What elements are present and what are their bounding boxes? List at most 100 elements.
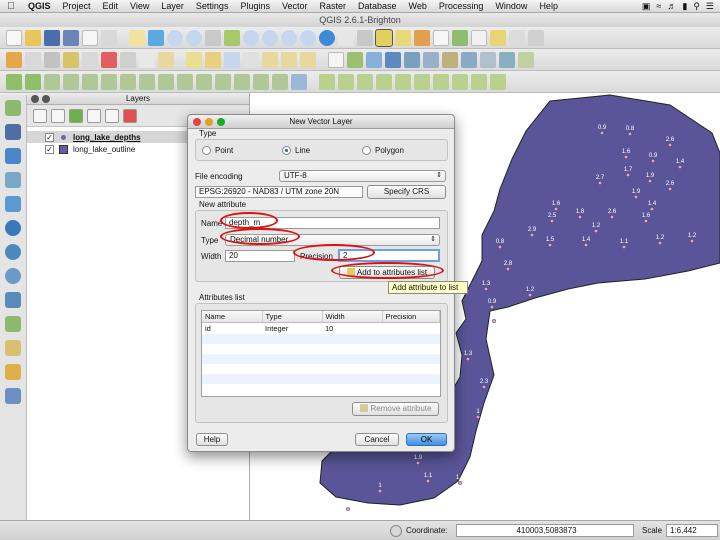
ok-button[interactable]: OK [406,433,447,446]
rotate-feature-icon[interactable] [291,73,307,90]
vector-tool-6-icon[interactable] [414,73,430,90]
close-window-icon[interactable] [193,118,201,126]
label-tool-icon[interactable] [528,29,544,46]
text-annotation-icon[interactable] [509,29,525,46]
add-group-icon[interactable] [51,108,65,123]
add-vector-layer-icon[interactable] [5,100,21,116]
pin-labels-icon[interactable] [224,51,240,68]
vector-tool-5-icon[interactable] [395,73,411,90]
zoom-next-icon[interactable] [300,29,316,46]
column-header-precision[interactable]: Precision [382,311,440,323]
zoom-last-icon[interactable] [281,29,297,46]
vector-tool-7-icon[interactable] [433,73,449,90]
radio-point-circle[interactable] [202,146,211,155]
collapse-all-icon[interactable] [105,108,119,123]
spotlight-icon[interactable]: ⚲ [693,1,700,12]
refresh-icon[interactable] [319,29,335,46]
notifications-icon[interactable]: ☰ [706,1,714,12]
add-vector-icon[interactable] [347,51,363,68]
pan-icon[interactable] [129,29,145,46]
filter-legend-icon[interactable] [69,108,83,123]
add-oracle-icon[interactable] [442,51,458,68]
new-project-icon[interactable] [6,29,22,46]
minimize-window-icon[interactable] [205,118,213,126]
save-edits-icon[interactable] [25,51,41,68]
add-mssql-layer-icon[interactable] [5,196,21,212]
add-spatialite-icon[interactable] [404,51,420,68]
attributes-table[interactable]: Name Type Width Precision id Integer 10 [201,310,441,397]
identify-icon[interactable] [357,29,373,46]
delete-part-icon[interactable] [139,73,155,90]
menu-raster[interactable]: Raster [314,0,353,13]
rotate-label-icon[interactable] [281,51,297,68]
label-abc-icon[interactable] [186,51,202,68]
menu-vector[interactable]: Vector [276,0,314,13]
remove-attribute-button[interactable]: Remove attribute [352,402,439,416]
vector-tool-1-icon[interactable] [319,73,335,90]
open-project-icon[interactable] [25,29,41,46]
add-wms-icon[interactable] [461,51,477,68]
add-postgis-icon[interactable] [385,51,401,68]
menu-edit[interactable]: Edit [97,0,125,13]
column-header-width[interactable]: Width [322,311,383,323]
add-mssql-icon[interactable] [423,51,439,68]
new-spatialite-layer-icon[interactable] [5,340,21,356]
zoom-actual-icon[interactable] [205,29,221,46]
help-button[interactable]: Help [196,433,228,446]
add-wfs-icon[interactable] [499,51,515,68]
undo-icon[interactable] [6,73,22,90]
close-panel-icon[interactable] [31,95,39,103]
split-parts-icon[interactable] [215,73,231,90]
wifi-icon[interactable]: ≈ [656,1,661,11]
offset-curve-icon[interactable] [177,73,193,90]
split-features-icon[interactable] [196,73,212,90]
node-tool-icon[interactable] [82,51,98,68]
menu-project[interactable]: Project [57,0,97,13]
vector-tool-8-icon[interactable] [452,73,468,90]
change-label-icon[interactable] [300,51,316,68]
move-feature-icon[interactable] [63,51,79,68]
radio-polygon-circle[interactable] [362,146,371,155]
layer-visibility-checkbox[interactable]: ✓ [45,144,54,154]
width-input[interactable]: 20 [225,250,295,262]
file-encoding-select[interactable]: UTF-8 ⇕ [279,170,446,182]
statistics-icon[interactable] [452,29,468,46]
radio-line[interactable]: Line [282,146,310,155]
zoom-in-icon[interactable] [167,29,183,46]
menu-layer[interactable]: Layer [155,0,190,13]
vector-tool-4-icon[interactable] [376,73,392,90]
add-delimited-text-icon[interactable] [5,292,21,308]
attribute-table-icon[interactable] [433,29,449,46]
menu-processing[interactable]: Processing [433,0,490,13]
delete-selected-icon[interactable] [101,51,117,68]
simplify-icon[interactable] [44,73,60,90]
select-features-icon[interactable] [375,28,393,47]
zoom-layer-icon[interactable] [262,29,278,46]
save-project-icon[interactable] [44,29,60,46]
fill-ring-icon[interactable] [101,73,117,90]
composer-manager-icon[interactable] [101,29,117,46]
add-wcs-layer-icon[interactable] [5,244,21,260]
float-panel-icon[interactable] [42,95,50,103]
rotate-symbols-icon[interactable] [272,73,288,90]
menu-plugins[interactable]: Plugins [234,0,276,13]
map-tips-icon[interactable] [338,29,354,46]
move-label-icon[interactable] [262,51,278,68]
reshape-icon[interactable] [158,73,174,90]
new-print-composer-icon[interactable] [82,29,98,46]
menu-settings[interactable]: Settings [190,0,235,13]
menu-window[interactable]: Window [489,0,533,13]
highlight-pinned-icon[interactable] [243,51,259,68]
cancel-button[interactable]: Cancel [355,433,399,446]
specify-crs-button[interactable]: Specify CRS [367,185,446,199]
delete-ring-icon[interactable] [120,73,136,90]
add-part-icon[interactable] [82,73,98,90]
cut-icon[interactable] [120,51,136,68]
expand-all-icon[interactable] [87,108,101,123]
add-feature-icon[interactable] [44,51,60,68]
redo-icon[interactable] [25,73,41,90]
menu-app[interactable]: QGIS [22,0,57,13]
layer-visibility-checkbox[interactable]: ✓ [45,132,54,142]
merge-features-icon[interactable] [234,73,250,90]
menu-database[interactable]: Database [352,0,403,13]
